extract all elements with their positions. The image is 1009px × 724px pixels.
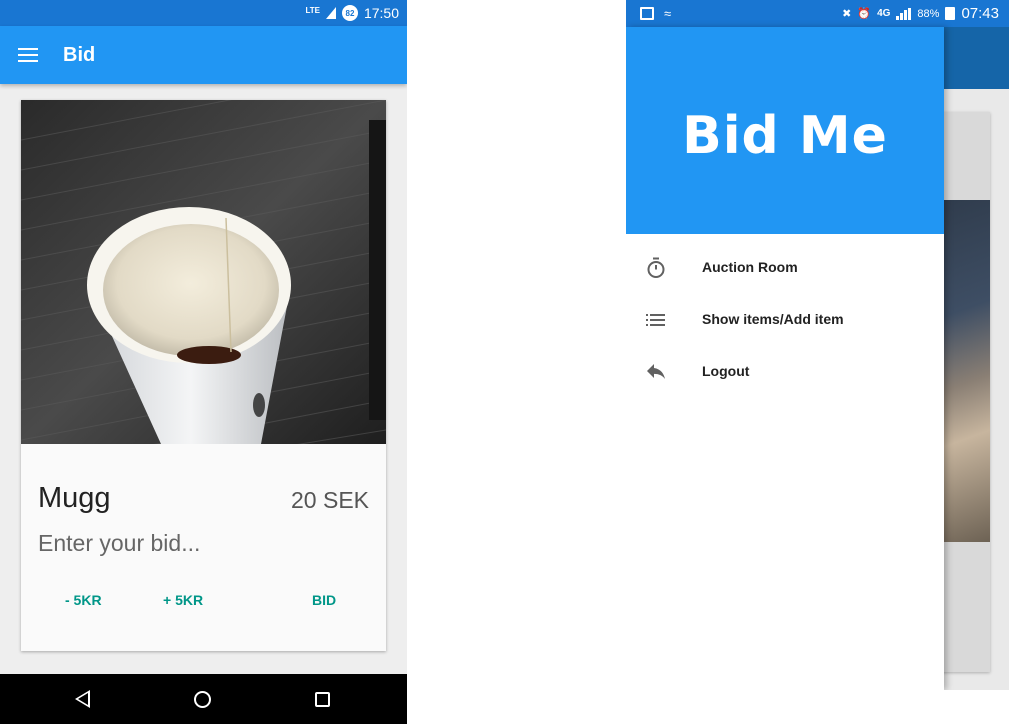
mute-icon: ✖	[842, 8, 852, 20]
list-icon	[646, 314, 665, 326]
battery-percent: 88%	[917, 7, 940, 20]
drawer-item-label: Auction Room	[702, 259, 798, 275]
bid-input[interactable]	[38, 530, 368, 557]
status-time: 17:50	[363, 5, 399, 21]
status-icons: ✖ ⏰ 4G 88% 07:43	[842, 5, 999, 22]
drawer-item-logout[interactable]: Logout	[626, 346, 944, 398]
item-price: 20 SEK	[291, 487, 369, 513]
coffee-cup-image	[21, 100, 386, 444]
status-notifications: ≈	[640, 6, 671, 21]
app-bar: Bid	[0, 26, 407, 84]
network-indicator: 4G	[877, 8, 891, 19]
lte-indicator: LTE	[305, 5, 320, 15]
status-bar: ≈ ✖ ⏰ 4G 88% 07:43	[626, 0, 1009, 27]
drawer-header: Bid Me	[626, 27, 944, 234]
left-phone-screen: LTE 82 17:50 Bid Mugg 20 SEK Enter your …	[0, 0, 407, 724]
drawer-item-show-items[interactable]: Show items/Add item	[626, 294, 944, 346]
home-circle-icon[interactable]	[194, 691, 211, 708]
status-time: 07:43	[961, 5, 999, 22]
battery-icon	[945, 7, 956, 20]
back-triangle-icon[interactable]	[75, 690, 90, 708]
status-icons: LTE 82 17:50	[305, 5, 399, 21]
recents-square-icon[interactable]	[315, 692, 330, 707]
right-phone-screen: ≈ ✖ ⏰ 4G 88% 07:43 Bid Me Auction Room S…	[626, 0, 1009, 690]
alarm-icon: ⏰	[857, 8, 872, 20]
battery-badge: 82	[341, 5, 358, 21]
item-photo	[21, 100, 386, 444]
navigation-bar	[0, 674, 407, 724]
app-bar-title: Bid	[63, 44, 96, 66]
hamburger-menu-icon[interactable]	[18, 48, 38, 62]
bid-button[interactable]: BID	[312, 592, 336, 608]
reply-arrow-icon	[647, 364, 665, 379]
drawer-item-label: Logout	[702, 363, 750, 379]
item-title: Mugg	[38, 482, 111, 514]
drawer-item-auction-room[interactable]: Auction Room	[626, 242, 944, 294]
decrease-bid-button[interactable]: - 5KR	[65, 592, 102, 608]
drawer-item-label: Show items/Add item	[702, 311, 844, 327]
wifi-icon: ≈	[664, 6, 672, 21]
increase-bid-button[interactable]: + 5KR	[163, 592, 203, 608]
app-logo: Bid Me	[682, 105, 888, 166]
navigation-drawer: Bid Me Auction Room Show items/Add item …	[626, 27, 944, 690]
signal-icon	[896, 7, 912, 20]
item-card: Mugg 20 SEK - 5KR + 5KR BID	[21, 100, 386, 651]
signal-icon	[325, 7, 336, 19]
timer-icon	[647, 257, 665, 278]
status-bar: LTE 82 17:50	[0, 0, 407, 26]
image-notification-icon	[640, 7, 654, 20]
